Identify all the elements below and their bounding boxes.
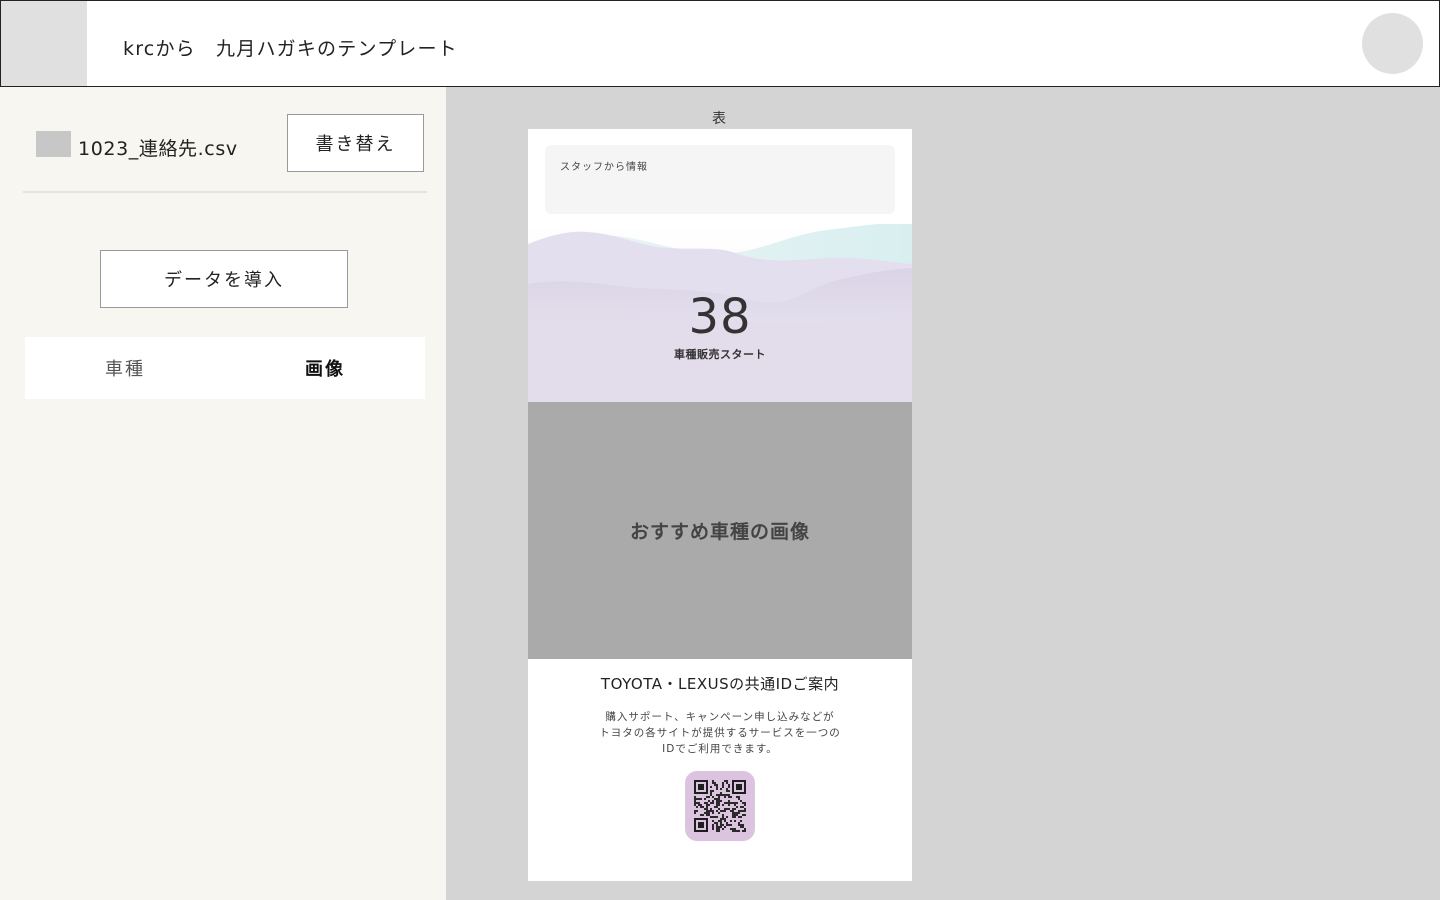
countdown-number[interactable]: 38 <box>528 289 912 345</box>
app-logo[interactable] <box>1 1 87 86</box>
hero-section: 38 車種販売スタート <box>528 224 912 402</box>
user-avatar[interactable] <box>1362 13 1423 74</box>
description-line: IDでご利用できます。 <box>662 743 778 755</box>
sale-start-label: 車種販売スタート <box>674 348 766 361</box>
divider <box>23 191 427 193</box>
description-line: トヨタの各サイトが提供するサービスを一つの <box>599 727 841 739</box>
rewrite-button[interactable]: 書き替え <box>287 114 424 172</box>
tab-bar: 車種 画像 <box>25 337 425 399</box>
recommended-car-image[interactable]: おすすめ車種の画像 <box>528 402 912 659</box>
import-data-button[interactable]: データを導入 <box>100 250 348 308</box>
common-id-title: TOYOTA・LEXUSの共通IDご案内 <box>600 675 840 693</box>
tab-car-model[interactable]: 車種 <box>25 337 225 399</box>
staff-info-box[interactable]: スタッフから情報 <box>545 145 895 214</box>
page-title: krcから 九月ハガキのテンプレート <box>123 38 458 60</box>
qr-code[interactable] <box>685 771 755 841</box>
staff-info-label: スタッフから情報 <box>560 162 648 173</box>
description-line: 購入サポート、キャンペーン申し込みなどが <box>605 711 835 723</box>
common-id-description: 購入サポート、キャンペーン申し込みなどが トヨタの各サイトが提供するサービスを一… <box>528 709 912 757</box>
sidebar: 1023_連絡先.csv 書き替え データを導入 車種 画像 <box>0 87 446 900</box>
csv-file-icon <box>36 131 71 157</box>
app-header: krcから 九月ハガキのテンプレート <box>0 0 1440 87</box>
image-placeholder-text: おすすめ車種の画像 <box>629 521 810 543</box>
postcard-preview: スタッフから情報 38 車種販売スタート おすすめ車種の画像 TOYOTA・LE… <box>528 129 912 881</box>
qr-code-icon <box>694 780 746 832</box>
tab-image[interactable]: 画像 <box>225 337 425 399</box>
file-name: 1023_連絡先.csv <box>78 138 238 160</box>
card-side-label: 表 <box>712 111 726 127</box>
